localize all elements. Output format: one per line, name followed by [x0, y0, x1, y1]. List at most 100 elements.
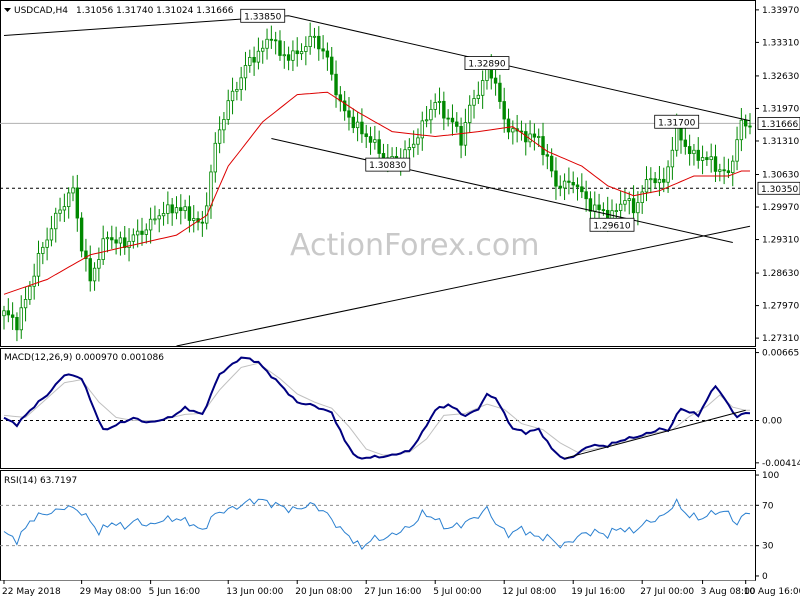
candle-body: [140, 230, 144, 235]
candle-body: [476, 94, 481, 99]
rsi-tick-label: 0: [762, 572, 768, 582]
candle-body: [278, 40, 282, 56]
candle-body: [511, 128, 515, 133]
candle-body: [735, 139, 739, 162]
candle-body: [114, 239, 118, 244]
candle-body: [739, 119, 744, 141]
candle-body: [726, 170, 731, 174]
candle-body: [705, 157, 709, 161]
candle-body: [183, 206, 187, 212]
candle-body: [472, 98, 476, 106]
candle-body: [636, 202, 640, 214]
candle-body: [226, 100, 230, 120]
candle-body: [19, 307, 23, 331]
candle-body: [429, 108, 433, 121]
candle-body: [562, 180, 567, 189]
candle-body: [200, 221, 205, 224]
candle-body: [411, 143, 416, 148]
candle-body: [355, 121, 360, 129]
candle-body: [644, 179, 649, 193]
candle-body: [692, 149, 696, 155]
candle-body: [446, 117, 450, 120]
candle-body: [545, 154, 550, 157]
candle-body: [614, 210, 619, 212]
candle-body: [213, 142, 217, 173]
candle-body: [123, 237, 127, 248]
candle-body: [618, 203, 623, 211]
price-annotation: 1.32890: [464, 56, 510, 70]
candle-body: [502, 101, 506, 120]
candle-body: [480, 80, 485, 96]
candle-body: [554, 170, 558, 187]
candle-body: [304, 46, 308, 52]
time-tick-label: 10 Aug 16:00: [744, 587, 800, 597]
candle-body: [584, 191, 588, 200]
candle-body: [459, 125, 463, 146]
candle-body: [731, 160, 735, 174]
candle-body: [437, 100, 442, 103]
time-tick-label: 19 Jul 16:00: [571, 587, 625, 597]
candle-body: [291, 50, 295, 61]
price-tick-label: 1.33310: [762, 38, 799, 48]
candle-body: [407, 147, 412, 151]
candle-body: [148, 218, 153, 231]
candle-body: [45, 239, 49, 248]
candle-body: [631, 198, 636, 214]
time-tick-label: 12 Jul 08:00: [502, 587, 556, 597]
annotation-label: 1.29610: [593, 221, 630, 231]
price-annotation: 1.30830: [365, 157, 411, 172]
candle-body: [317, 35, 321, 50]
candle-body: [265, 38, 269, 49]
candle-body: [92, 267, 97, 282]
candle-body: [261, 47, 265, 52]
candle-body: [674, 124, 679, 151]
candle-body: [347, 110, 351, 118]
price-tick-label: 1.29310: [762, 236, 799, 246]
candle-body: [373, 139, 377, 143]
candle-body: [75, 187, 80, 219]
annotation-label: 1.30830: [369, 161, 406, 171]
level-marker: 1.30350: [757, 181, 800, 195]
candle-body: [416, 137, 420, 145]
candle-body: [743, 119, 748, 127]
macd-tick-label: -0.004145: [762, 459, 800, 469]
candle-body: [49, 228, 54, 241]
price-annotation: 1.33850: [240, 8, 286, 23]
candle-body: [269, 38, 274, 41]
candle-body: [97, 259, 101, 269]
macd-tick-label: 0.00: [762, 417, 782, 427]
candle-body: [718, 169, 722, 172]
candle-body: [424, 119, 429, 122]
candle-body: [28, 285, 32, 300]
candle-body: [192, 218, 196, 221]
rsi-tick-label: 100: [762, 471, 779, 481]
candle-body: [36, 253, 41, 277]
current-price-marker-label: 1.31666: [761, 120, 798, 130]
candle-body: [580, 186, 584, 193]
candle-body: [101, 238, 105, 260]
price-annotation: 1.29610: [589, 217, 635, 232]
candle-body: [351, 116, 355, 129]
candle-body: [58, 209, 62, 214]
candle-body: [110, 237, 114, 241]
price-tick-label: 1.27310: [762, 334, 799, 344]
price-panel: [0, 0, 756, 347]
price-tick-label: 1.29970: [762, 203, 799, 213]
candle-body: [610, 210, 614, 219]
candle-body: [230, 90, 235, 102]
candle-body: [135, 230, 140, 236]
candle-body: [286, 54, 291, 61]
candle-body: [532, 133, 537, 138]
candle-body: [153, 218, 157, 221]
time-tick-label: 27 Jun 16:00: [364, 587, 421, 597]
candle-body: [157, 215, 161, 220]
candle-body: [700, 157, 705, 161]
candle-body: [131, 234, 136, 242]
candle-body: [252, 56, 256, 63]
candle-body: [455, 121, 459, 127]
candle-body: [144, 229, 149, 235]
candle-body: [567, 180, 571, 183]
candle-body: [239, 77, 243, 90]
candle-body: [709, 156, 713, 161]
candle-body: [541, 136, 545, 156]
